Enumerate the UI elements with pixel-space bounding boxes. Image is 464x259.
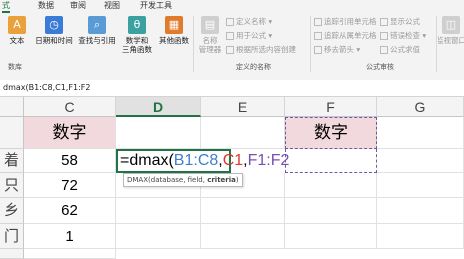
error-checking-icon (380, 31, 388, 40)
create-from-selection-button[interactable]: 根据所选内容创建 (226, 44, 296, 55)
spreadsheet-grid: C D E F G 着 只 乡 门 数字 58 72 62 1 数字 =dmax… (0, 97, 464, 259)
function-argument-tooltip: DMAX(database, field, criteria) (123, 173, 243, 187)
cell-g4[interactable] (377, 198, 464, 224)
row-header[interactable]: 门 (0, 224, 24, 249)
name-manager-icon: ▤ (201, 16, 219, 34)
ribbon: 式 数据 审阅 视图 开发工具 A 文本 ◷ 日期和时间 ⌕ 查找与引用 θ 数… (0, 0, 464, 81)
defined-names-group-label: 定义的名称 (236, 63, 271, 71)
row-header[interactable]: 着 (0, 149, 24, 173)
column-header-g[interactable]: G (377, 97, 464, 117)
formula-bar-content[interactable]: dmax(B1:C8,C1,F1:F2 (0, 83, 90, 92)
cell-c4[interactable]: 62 (24, 198, 116, 224)
cell-f5[interactable] (285, 224, 377, 249)
cell-g2[interactable] (377, 149, 464, 173)
more-functions-icon: ▦ (165, 16, 183, 34)
tab-review[interactable]: 审阅 (70, 0, 86, 11)
select-all-corner[interactable] (0, 97, 24, 117)
function-library-group-label: 数库 (8, 63, 22, 71)
lookup-reference-button[interactable]: ⌕ 查找与引用 (77, 16, 117, 45)
trace-precedents-button[interactable]: 追踪引用单元格 (314, 16, 377, 27)
cell-c6[interactable] (24, 249, 116, 259)
row-header[interactable] (0, 117, 24, 149)
active-cell-d2-editing[interactable]: =dmax(B1:C8,C1,F1:F2 (116, 149, 289, 173)
cell-f4[interactable] (285, 198, 377, 224)
formula-auditing-group-label: 公式审核 (366, 63, 394, 71)
row-header[interactable]: 只 (0, 173, 24, 198)
trace-dependents-button[interactable]: 追踪从属单元格 (314, 30, 377, 41)
cell-c2[interactable]: 58 (24, 149, 116, 173)
separator (193, 16, 194, 72)
cell-d5[interactable] (116, 224, 201, 249)
cell-f1[interactable]: 数字 (285, 117, 377, 149)
tab-view[interactable]: 视图 (104, 0, 120, 11)
cell-c5[interactable]: 1 (24, 224, 116, 249)
more-functions-button[interactable]: ▦ 其他函数 (157, 16, 191, 45)
create-from-selection-icon (226, 45, 234, 54)
cell-g5[interactable] (377, 224, 464, 249)
ribbon-tabs: 式 数据 审阅 视图 开发工具 (0, 0, 464, 13)
cell-f3[interactable] (285, 173, 377, 198)
column-header-f[interactable]: F (285, 97, 377, 117)
trace-precedents-icon (314, 17, 322, 26)
trace-dependents-icon (314, 31, 322, 40)
evaluate-formula-icon (380, 45, 388, 54)
cell-e1[interactable] (201, 117, 285, 149)
column-header-e[interactable]: E (201, 97, 285, 117)
use-in-formula-button[interactable]: 用于公式 ▾ (226, 30, 272, 41)
evaluate-formula-button[interactable]: 公式求值 (380, 44, 420, 55)
formula-bar[interactable]: dmax(B1:C8,C1,F1:F2 (0, 80, 464, 97)
separator (310, 16, 311, 72)
remove-arrows-button[interactable]: 移去箭头 ▾ (314, 44, 360, 55)
watch-window-icon: ◫ (442, 16, 460, 34)
cell-g3[interactable] (377, 173, 464, 198)
show-formulas-button[interactable]: 显示公式 (380, 16, 420, 27)
cell-d1[interactable] (116, 117, 201, 149)
formula-arg-database: B1:C8 (173, 152, 219, 169)
cell-e4[interactable] (201, 198, 285, 224)
text-functions-button[interactable]: A 文本 (2, 16, 32, 45)
cell-d4[interactable] (116, 198, 201, 224)
use-in-formula-icon (226, 31, 234, 40)
formula-arg-criteria: F1:F2 (247, 152, 290, 169)
separator (436, 16, 437, 72)
clock-icon: ◷ (45, 16, 63, 34)
cell-f2[interactable] (285, 149, 377, 173)
cell-c1[interactable]: 数字 (24, 117, 116, 149)
datetime-functions-button[interactable]: ◷ 日期和时间 (33, 16, 75, 45)
define-name-icon (226, 17, 234, 26)
cell-e5[interactable] (201, 224, 285, 249)
tab-developer[interactable]: 开发工具 (140, 0, 172, 11)
math-trig-button[interactable]: θ 数学和 三角函数 (119, 16, 155, 54)
cell-c3[interactable]: 72 (24, 173, 116, 198)
define-name-button[interactable]: 定义名称 ▾ (226, 16, 272, 27)
error-checking-button[interactable]: 错误检查 ▾ (380, 30, 426, 41)
formula-arg-field: C1 (222, 152, 244, 169)
lookup-icon: ⌕ (88, 16, 106, 34)
remove-arrows-icon (314, 45, 322, 54)
column-header-d[interactable]: D (116, 97, 201, 117)
name-manager-button[interactable]: ▤ 名称 管理器 (196, 16, 224, 54)
tab-data[interactable]: 数据 (38, 0, 54, 11)
watch-window-button[interactable]: ◫ 监视窗口 (438, 16, 464, 45)
column-header-c[interactable]: C (24, 97, 116, 117)
formula-prefix: =dmax( (120, 152, 174, 169)
cell-g1[interactable] (377, 117, 464, 149)
text-icon: A (8, 16, 26, 34)
row-header[interactable]: 乡 (0, 198, 24, 224)
show-formulas-icon (380, 17, 388, 26)
tab-formulas[interactable]: 式 (2, 0, 10, 13)
theta-icon: θ (128, 16, 146, 34)
row-header[interactable] (0, 249, 24, 259)
